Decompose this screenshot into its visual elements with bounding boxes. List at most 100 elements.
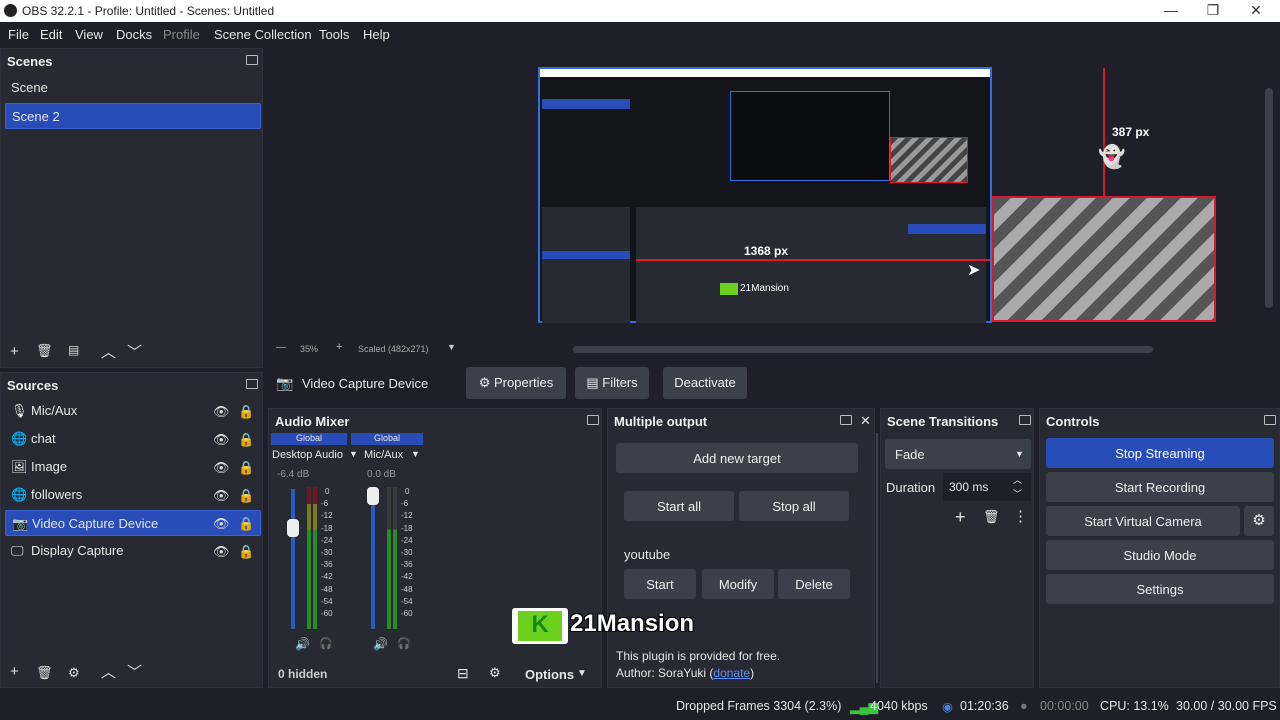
nested-sources [542,207,630,323]
undock-icon[interactable] [246,55,258,65]
nested-watermark-k [720,283,738,295]
menu-help[interactable]: Help [363,27,390,42]
close-window-button[interactable]: ✕ [1246,2,1266,19]
lock-icon[interactable]: 🔒 [238,404,254,420]
visibility-eye-icon[interactable]: 👁 [213,544,230,560]
filters-button[interactable]: ▤ Filters [575,367,649,399]
scene-filters-icon[interactable]: ▤ [68,343,79,357]
lock-icon[interactable]: 🔒 [238,488,254,504]
dropdown-icon[interactable]: ▼ [1015,449,1024,459]
transition-select[interactable]: Fade [885,439,1031,469]
channel-name[interactable]: Mic/Aux [364,449,403,461]
visibility-eye-icon[interactable]: 👁 [213,488,230,504]
add-scene-icon[interactable]: + [10,343,19,360]
level-meter [393,487,397,629]
layout-icon[interactable]: ⊟ [457,665,469,682]
options-button[interactable]: Options [525,667,574,682]
close-dock-icon[interactable]: ✕ [860,413,871,429]
preview-area[interactable]: 21Mansion 1368 px 387 px 👻 ➤ — 35% + Sca… [270,48,1280,360]
properties-button[interactable]: ⚙ Properties [466,367,566,399]
dropdown-icon[interactable]: ▼ [349,449,358,459]
undock-icon[interactable] [246,379,258,389]
meter-tick-label: -60 [321,609,333,618]
monitor-headphone-icon[interactable]: 🎧 [397,637,411,650]
menu-file[interactable]: File [8,27,29,42]
visibility-eye-icon[interactable]: 👁 [213,432,230,448]
undock-icon[interactable] [1264,415,1276,425]
volume-slider-handle[interactable] [287,519,299,537]
selected-source-bounds[interactable] [992,196,1216,322]
lock-icon[interactable]: 🔒 [238,516,254,532]
scale-mode[interactable]: Scaled (482x271) [358,344,429,354]
lock-icon[interactable]: 🔒 [238,432,254,448]
menu-view[interactable]: View [75,27,103,42]
scene-item-selected[interactable]: Scene 2 [5,103,261,129]
menu-edit[interactable]: Edit [40,27,62,42]
move-up-icon[interactable]: ︿ [101,341,116,362]
options-dropdown-icon[interactable]: ▼ [577,668,587,679]
menu-scene-collection[interactable]: Scene Collection [214,27,312,42]
stop-streaming-button[interactable]: Stop Streaming [1046,438,1274,468]
undock-icon[interactable] [840,415,852,425]
context-source-name: Video Capture Device [302,376,429,391]
start-all-button[interactable]: Start all [624,491,734,521]
transition-menu-icon[interactable]: ⋮ [1013,507,1028,525]
start-virtual-camera-button[interactable]: Start Virtual Camera [1046,506,1240,536]
zoom-out-icon[interactable]: — [276,342,286,353]
advanced-audio-icon[interactable]: ⚙ [489,665,501,681]
add-transition-icon[interactable]: + [955,507,966,528]
maximize-button[interactable]: ❐ [1203,2,1223,19]
monitor-headphone-icon[interactable]: 🎧 [319,637,333,650]
move-down-icon[interactable]: ﹀ [127,341,142,362]
move-down-icon[interactable]: ﹀ [127,661,142,682]
start-target-button[interactable]: Start [624,569,696,599]
stepper-up-icon[interactable]: ︿ [1013,473,1022,486]
dropdown-icon[interactable]: ▼ [411,449,420,459]
menu-docks[interactable]: Docks [116,27,152,42]
volume-slider-track[interactable] [371,489,375,629]
studio-mode-button[interactable]: Studio Mode [1046,540,1274,570]
preview-vertical-scrollbar[interactable] [1265,88,1273,308]
deactivate-button[interactable]: Deactivate [663,367,747,399]
donate-link[interactable]: donate [713,666,750,680]
captured-screen: 21Mansion 1368 px [538,67,992,323]
undock-icon[interactable] [587,415,599,425]
add-source-icon[interactable]: + [10,663,19,680]
menu-profile[interactable]: Profile [163,27,200,42]
nested-source-selected [542,251,630,259]
start-recording-button[interactable]: Start Recording [1046,472,1274,502]
speaker-icon[interactable]: 🔊 [295,637,310,651]
remove-transition-icon[interactable]: 🗑 [983,509,1000,525]
minimize-button[interactable]: — [1161,2,1181,18]
visibility-eye-icon[interactable]: 👁 [213,516,230,532]
dock-scrollbar[interactable] [876,433,878,683]
add-new-target-button[interactable]: Add new target [616,443,858,473]
virtual-camera-settings-gear-icon[interactable]: ⚙ [1244,506,1274,536]
speaker-icon[interactable]: 🔊 [373,637,388,651]
zoom-in-icon[interactable]: + [336,341,342,353]
volume-slider-track[interactable] [291,489,295,629]
visibility-eye-icon[interactable]: 👁 [213,460,230,476]
menu-tools[interactable]: Tools [319,27,349,42]
stepper-down-icon[interactable]: ﹀ [1013,487,1022,500]
scale-dropdown-icon[interactable]: ▼ [447,342,456,352]
scenes-dock: Scenes Scene Scene 2 + 🗑 ▤ ︿ ﹀ [0,48,263,368]
camera-icon: 📷 [12,516,29,531]
channel-name[interactable]: Desktop Audio [272,449,343,461]
settings-button[interactable]: Settings [1046,574,1274,604]
undock-icon[interactable] [1019,415,1031,425]
move-up-icon[interactable]: ︿ [101,661,116,682]
recording-indicator-icon: ● [1020,699,1028,713]
remove-scene-icon[interactable]: 🗑 [36,343,53,359]
preview-horizontal-scrollbar[interactable] [573,346,1153,353]
lock-icon[interactable]: 🔒 [238,460,254,476]
volume-slider-handle[interactable] [367,487,379,505]
lock-icon[interactable]: 🔒 [238,544,254,560]
source-properties-icon[interactable]: ⚙ [68,665,80,681]
visibility-eye-icon[interactable]: 👁 [213,404,230,420]
modify-target-button[interactable]: Modify [702,569,774,599]
remove-source-icon[interactable]: 🗑 [36,665,53,681]
scene-item[interactable]: Scene [5,75,261,101]
stop-all-button[interactable]: Stop all [739,491,849,521]
delete-target-button[interactable]: Delete [778,569,850,599]
